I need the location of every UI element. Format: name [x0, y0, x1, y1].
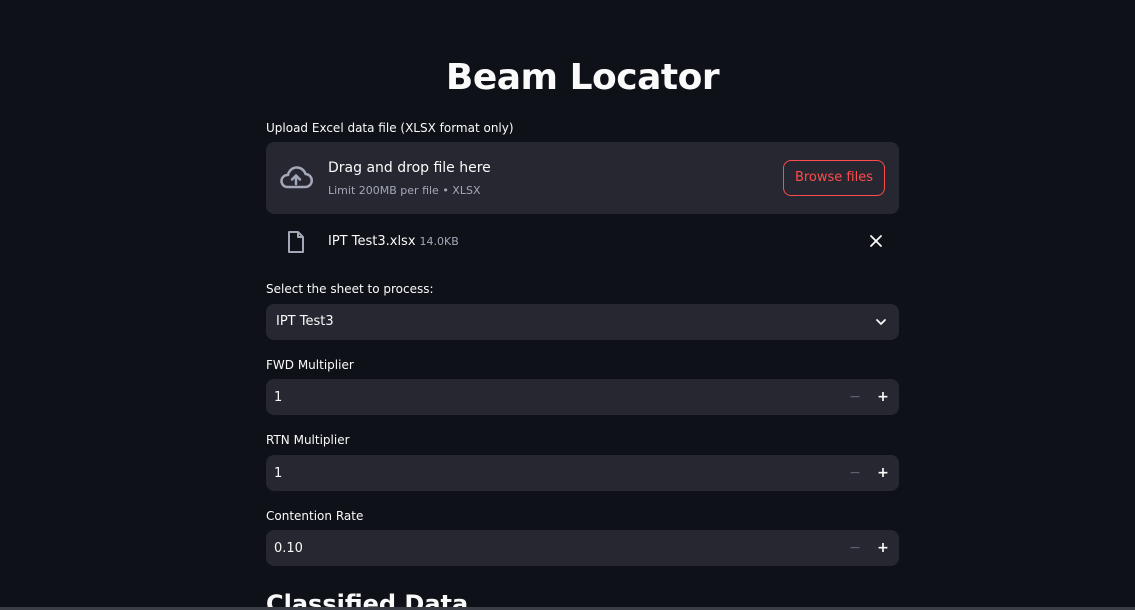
- rtn-multiplier-decrement-button[interactable]: −: [841, 455, 869, 491]
- fwd-multiplier-field: − +: [266, 379, 899, 415]
- rtn-multiplier-input[interactable]: [266, 455, 826, 491]
- sheet-select[interactable]: IPT Test3: [266, 304, 899, 340]
- uploaded-file-name: IPT Test3.xlsx 14.0KB: [328, 233, 459, 251]
- contention-rate-label: Contention Rate: [266, 509, 364, 523]
- app-page: Beam Locator Upload Excel data file (XLS…: [0, 0, 1135, 610]
- contention-rate-decrement-button[interactable]: −: [841, 530, 869, 566]
- chevron-down-icon: [876, 319, 886, 325]
- rtn-multiplier-label: RTN Multiplier: [266, 433, 350, 447]
- fwd-multiplier-increment-button[interactable]: +: [869, 379, 897, 415]
- contention-rate-increment-button[interactable]: +: [869, 530, 897, 566]
- rtn-multiplier-field: − +: [266, 455, 899, 491]
- file-name-text: IPT Test3.xlsx: [328, 234, 416, 249]
- contention-rate-field: − +: [266, 530, 899, 566]
- fwd-multiplier-label: FWD Multiplier: [266, 358, 354, 372]
- close-icon[interactable]: [869, 234, 883, 248]
- rtn-multiplier-increment-button[interactable]: +: [869, 455, 897, 491]
- fwd-multiplier-input[interactable]: [266, 379, 826, 415]
- fwd-multiplier-decrement-button[interactable]: −: [841, 379, 869, 415]
- browse-files-button[interactable]: Browse files: [782, 160, 885, 196]
- upload-label: Upload Excel data file (XLSX format only…: [266, 121, 514, 135]
- uploaded-file-row: IPT Test3.xlsx 14.0KB: [266, 226, 899, 258]
- file-size-text: 14.0KB: [419, 235, 459, 248]
- file-dropzone[interactable]: Drag and drop file here Limit 200MB per …: [266, 142, 899, 214]
- page-title: Beam Locator: [445, 57, 720, 98]
- dropzone-instruction: Drag and drop file here: [328, 160, 491, 176]
- sheet-select-label: Select the sheet to process:: [266, 282, 434, 296]
- dropzone-limit: Limit 200MB per file • XLSX: [328, 184, 481, 197]
- file-icon: [288, 231, 304, 253]
- contention-rate-input[interactable]: [266, 530, 826, 566]
- sheet-select-value: IPT Test3: [276, 314, 334, 329]
- cloud-upload-icon: [280, 166, 313, 189]
